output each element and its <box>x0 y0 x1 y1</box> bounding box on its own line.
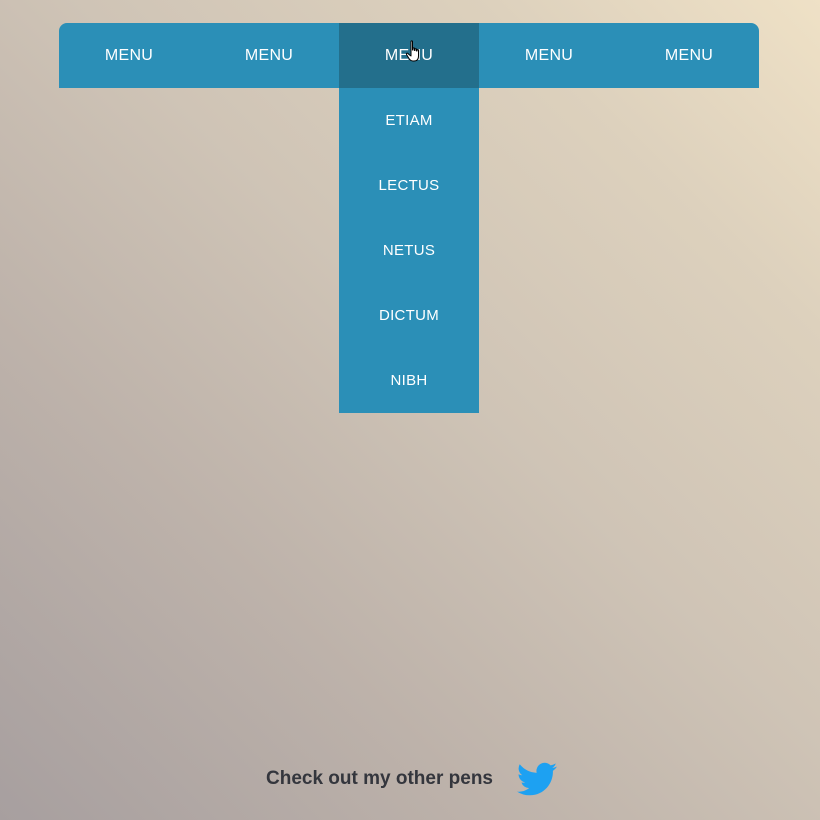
dropdown-item-dictum[interactable]: DICTUM <box>339 283 479 348</box>
footer: Check out my other pens <box>266 757 559 801</box>
dropdown-item-lectus[interactable]: LECTUS <box>339 153 479 218</box>
twitter-icon[interactable] <box>515 759 559 799</box>
dropdown-item-label: NETUS <box>382 242 436 259</box>
nav-item-4[interactable]: MENU <box>479 23 619 88</box>
dropdown-item-etiam[interactable]: ETIAM <box>339 88 479 153</box>
nav-item-label: MENU <box>104 46 154 64</box>
dropdown-item-netus[interactable]: NETUS <box>339 218 479 283</box>
nav-item-2[interactable]: MENU <box>199 23 339 88</box>
dropdown-item-label: LECTUS <box>378 177 440 194</box>
footer-text[interactable]: Check out my other pens <box>266 768 493 790</box>
hand-cursor-icon <box>405 40 419 62</box>
dropdown-item-nibh[interactable]: NIBH <box>339 348 479 413</box>
dropdown-item-label: DICTUM <box>378 307 440 324</box>
nav-item-label: MENU <box>244 46 294 64</box>
nav-item-1[interactable]: MENU <box>59 23 199 88</box>
nav-item-label: MENU <box>664 46 714 64</box>
nav-item-label: MENU <box>524 46 574 64</box>
dropdown-item-label: ETIAM <box>385 112 433 129</box>
dropdown-item-label: NIBH <box>390 372 428 389</box>
dropdown-menu: ETIAM LECTUS NETUS DICTUM NIBH <box>339 88 479 413</box>
nav-item-5[interactable]: MENU <box>619 23 759 88</box>
